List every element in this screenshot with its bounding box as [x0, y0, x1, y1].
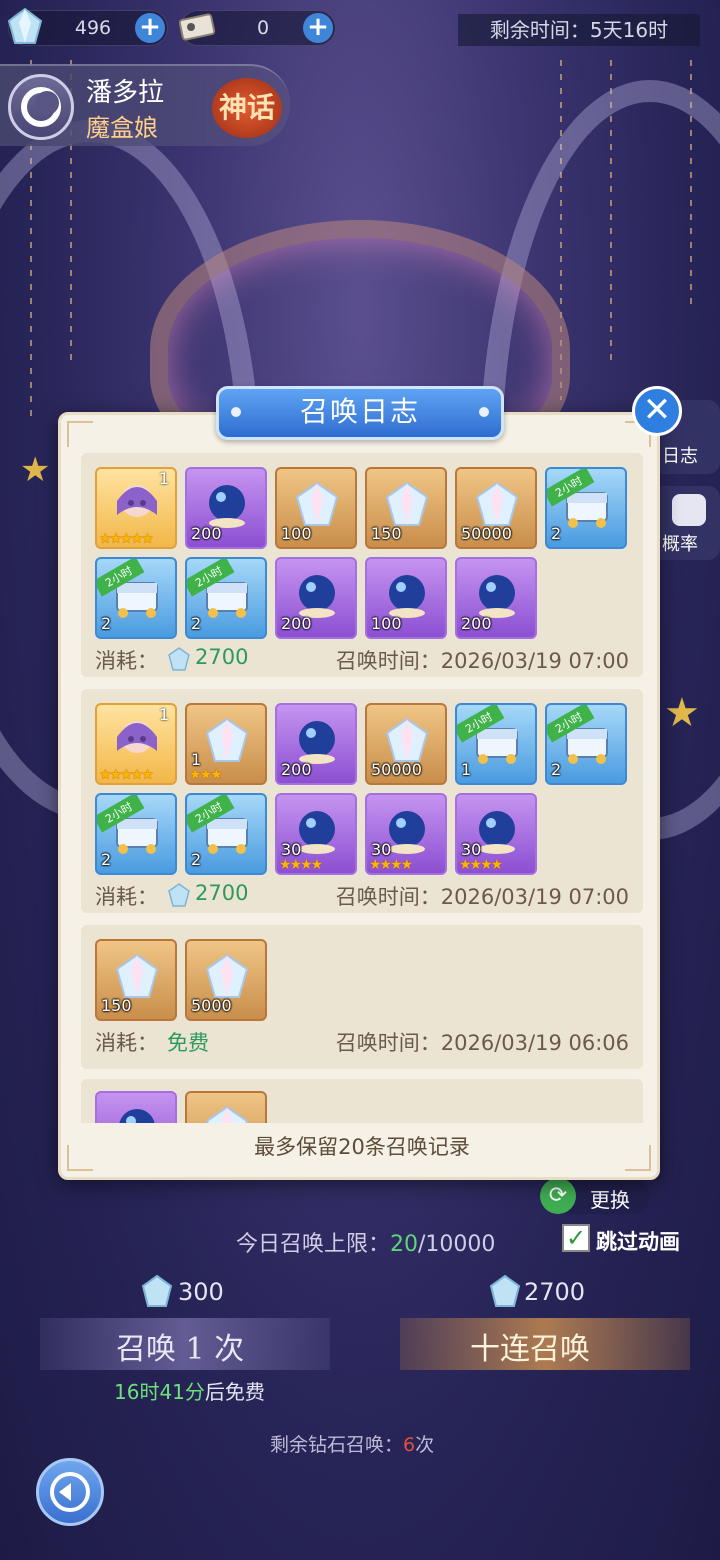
dialog-title: 召唤日志 — [216, 386, 504, 440]
reward-item[interactable] — [95, 1091, 177, 1123]
hero-level: 1 — [158, 469, 169, 488]
reward-item[interactable]: 100 — [275, 467, 357, 549]
record-list[interactable]: 1 ★★★★★ 200 100 150 50000 2小时 2 2小时 2 2小时 2 200 100 20… — [81, 453, 643, 1123]
reward-item[interactable]: 150 — [365, 467, 447, 549]
reward-item[interactable]: 100 — [365, 557, 447, 639]
item-quantity: 2 — [191, 850, 202, 869]
cost-label: 消耗： — [95, 649, 158, 673]
summon-record: 1 ★★★★★ 1 ★★★ 200 50000 2小时 1 2小时 2 2小时 2 2小时 2 30 ★★★★… — [81, 689, 643, 913]
reward-item[interactable]: 200 — [275, 703, 357, 785]
item-quantity: 100 — [371, 614, 402, 633]
footer-note: 最多保留20条召唤记录 — [254, 1135, 470, 1159]
item-quantity: 200 — [191, 524, 222, 543]
reward-item[interactable]: 200 — [455, 557, 537, 639]
reward-item[interactable]: 30 ★★★★ — [455, 793, 537, 875]
item-quantity: 2 — [101, 850, 112, 869]
reward-item[interactable]: 150 — [95, 939, 177, 1021]
item-quantity: 50000 — [461, 524, 512, 543]
close-button[interactable]: ✕ — [632, 386, 682, 436]
item-quantity: 50000 — [371, 760, 422, 779]
reward-item[interactable]: 2小时 2 — [95, 557, 177, 639]
item-quantity: 2 — [101, 614, 112, 633]
cost-value: 免费 — [167, 1031, 209, 1055]
star-rating: ★★★★ — [459, 857, 503, 873]
item-quantity: 2 — [551, 524, 562, 543]
cost-value: 2700 — [195, 881, 249, 905]
crystal-icon — [168, 647, 190, 671]
item-quantity: 100 — [281, 524, 312, 543]
star-rating: ★★★★ — [369, 857, 413, 873]
reward-item[interactable]: 30 ★★★★ — [365, 793, 447, 875]
reward-item[interactable]: 2小时 2 — [545, 467, 627, 549]
item-quantity: 150 — [371, 524, 402, 543]
hero-reward-item[interactable]: 1 ★★★★★ — [95, 467, 177, 549]
item-quantity: 2 — [551, 760, 562, 779]
reward-item[interactable] — [185, 1091, 267, 1123]
title-dot — [479, 407, 489, 417]
reward-item[interactable]: 50000 — [455, 467, 537, 549]
corner-ornament — [67, 421, 93, 447]
summon-record: 1 ★★★★★ 200 100 150 50000 2小时 2 2小时 2 2小时 2 200 100 20… — [81, 453, 643, 677]
item-quantity: 200 — [281, 614, 312, 633]
reward-item[interactable]: 200 — [275, 557, 357, 639]
dialog-title-text: 召唤日志 — [299, 395, 420, 428]
reward-item[interactable]: 200 — [185, 467, 267, 549]
star-rating: ★★★★ — [279, 857, 323, 873]
reward-item[interactable]: 2小时 2 — [95, 793, 177, 875]
summon-time: 召唤时间：2026/03/19 06:06 — [335, 1031, 629, 1055]
summon-time: 召唤时间：2026/03/19 07:00 — [335, 649, 629, 673]
summon-time: 召唤时间：2026/03/19 07:00 — [335, 885, 629, 909]
cost-label: 消耗： — [95, 885, 158, 909]
summon-record-partial — [81, 1079, 643, 1123]
item-quantity: 1 — [461, 760, 472, 779]
item-quantity: 200 — [281, 760, 312, 779]
item-quantity: 5000 — [191, 996, 232, 1015]
reward-item[interactable]: 50000 — [365, 703, 447, 785]
cost-label: 消耗： — [95, 1031, 158, 1055]
reward-item[interactable]: 2小时 2 — [185, 557, 267, 639]
reward-item[interactable]: 5000 — [185, 939, 267, 1021]
summon-record: 150 5000 消耗： 免费 召唤时间：2026/03/19 06:06 — [81, 925, 643, 1069]
item-quantity: 2 — [191, 614, 202, 633]
reward-item[interactable]: 2小时 2 — [185, 793, 267, 875]
item-quantity: 150 — [101, 996, 132, 1015]
crystal-icon — [168, 883, 190, 907]
star-rating: ★★★★★ — [99, 531, 154, 547]
star-rating: ★★★ — [189, 767, 223, 783]
star-rating: ★★★★★ — [99, 767, 154, 783]
item-quantity: 200 — [461, 614, 492, 633]
title-dot — [231, 407, 241, 417]
reward-item[interactable]: 2小时 1 — [455, 703, 537, 785]
reward-item[interactable]: 2小时 2 — [545, 703, 627, 785]
cost-value: 2700 — [195, 645, 249, 669]
summon-log-dialog: 1 ★★★★★ 200 100 150 50000 2小时 2 2小时 2 2小时 2 200 100 20… — [58, 412, 660, 1180]
reward-item[interactable]: 1 ★★★ — [185, 703, 267, 785]
hero-reward-item[interactable]: 1 ★★★★★ — [95, 703, 177, 785]
reward-item[interactable]: 30 ★★★★ — [275, 793, 357, 875]
hero-level: 1 — [158, 705, 169, 724]
